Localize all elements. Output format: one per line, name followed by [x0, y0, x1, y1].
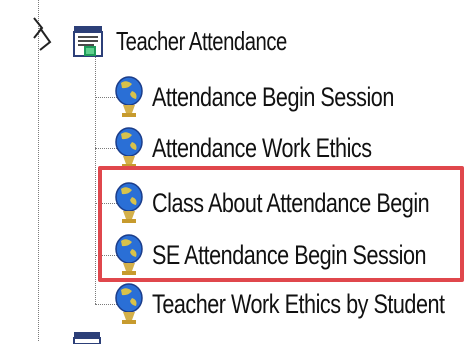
globe-icon [115, 76, 143, 117]
report-folder-icon [73, 332, 101, 344]
tree-node-attendance-work-ethics[interactable]: Attendance Work Ethics [112, 127, 426, 168]
tree-node-teacher-attendance[interactable]: Teacher Attendance [70, 22, 335, 60]
report-folder-icon [73, 26, 103, 57]
tree-node-label: Teacher Work Ethics by Student [152, 288, 445, 319]
globe-icon [115, 283, 143, 324]
tree-node-label: Attendance Work Ethics [152, 132, 372, 163]
tree-node-teacher-work-ethics-by-student[interactable]: Teacher Work Ethics by Student [112, 283, 467, 324]
globe-icon [115, 127, 143, 168]
tree-node-label: Teacher Attendance [116, 25, 287, 56]
tree-connector-line [95, 52, 96, 304]
tree-view: Teacher Attendance Attendance Begin Sess… [0, 0, 467, 344]
tree-expand-arrows-icon[interactable] [30, 14, 56, 54]
tree-node-label: Attendance Begin Session [152, 81, 394, 112]
tree-node-attendance-begin-session[interactable]: Attendance Begin Session [112, 76, 454, 117]
highlight-box [98, 166, 464, 282]
